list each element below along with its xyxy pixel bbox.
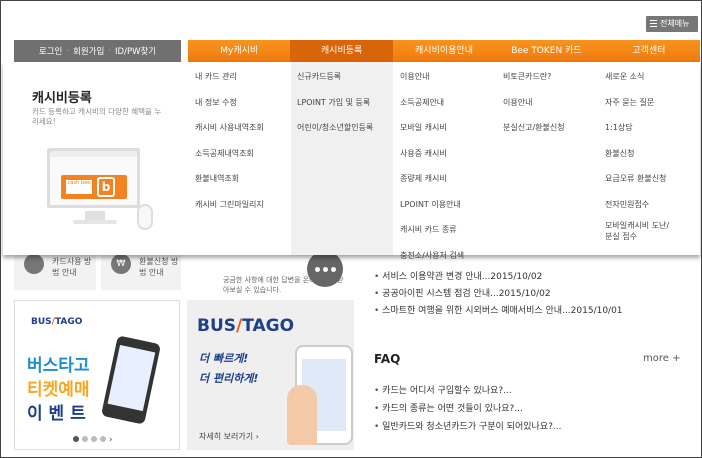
faq-item[interactable]: 일반카드와 청소년카드가 구분이 되어있나요?... <box>374 418 694 436</box>
cashbee-card-illustration: cash bee b <box>61 175 127 199</box>
logo-bus: BUS <box>31 317 52 327</box>
tab-cashbee-register[interactable]: 캐시비등록 <box>290 40 393 62</box>
menu-item[interactable]: 내 카드 관리 <box>195 64 291 90</box>
menu-col-my-cashbee: 내 카드 관리 내 정보 수정 캐시비 사용내역조회 소득공제내역조회 환불내역… <box>195 62 291 255</box>
chat-bubble-icon <box>307 251 343 287</box>
menu-item[interactable]: 분실신고/환불신청 <box>503 115 603 141</box>
bustago-event-banner[interactable]: BUS/TAGO 버스타고 티켓예매 이 벤 트 › <box>14 300 180 450</box>
bustago-logo: BUS/TAGO <box>197 316 294 336</box>
menu-col-cashbee-register: 신규카드등록 LPOINT 가입 및 등록 어린이/청소년할인등록 <box>291 62 393 255</box>
menu-item[interactable]: 캐시비 그린마일리지 <box>195 192 291 218</box>
smartphone-image <box>100 335 162 425</box>
hand-image <box>287 385 317 445</box>
notice-item[interactable]: 스마트한 여행을 위한 시외버스 예매서비스 안내...2015/10/01 <box>374 303 694 320</box>
notice-item[interactable]: 공공아이핀 시스템 점검 안내...2015/10/02 <box>374 286 694 303</box>
menu-item[interactable]: 새로운 소식 <box>605 64 697 90</box>
bustago-app-banner[interactable]: BUS/TAGO 더 빠르게! 더 편리하게! 자세히 보러가기 › <box>187 300 354 450</box>
document-icon <box>24 254 44 274</box>
logo-tago: TAGO <box>54 317 83 327</box>
menu-item[interactable]: 환불내역조회 <box>195 166 291 192</box>
card-label: cash bee <box>66 180 92 194</box>
menu-item[interactable]: 요금오류 환불신청 <box>605 166 697 192</box>
menu-item[interactable]: 종량제 캐시비 <box>400 166 500 192</box>
faq-item[interactable]: 카드의 종류는 어떤 것들이 있나요?... <box>374 400 694 418</box>
menu-item[interactable]: 캐시비 사용내역조회 <box>195 115 291 141</box>
menu-item[interactable]: 자주 묻는 질문 <box>605 90 697 116</box>
mouse-icon <box>137 204 153 230</box>
all-menu-label: 전체메뉴 <box>660 19 690 28</box>
menu-item[interactable]: 전자민원접수 <box>605 192 697 218</box>
menu-item[interactable]: 내 정보 수정 <box>195 90 291 116</box>
menu-item[interactable]: 어린이/청소년할인등록 <box>297 115 393 141</box>
all-menu-button[interactable]: 전체메뉴 <box>646 16 698 32</box>
banner2-more-link[interactable]: 자세히 보러가기 › <box>199 431 259 442</box>
menu-item[interactable]: 이용안내 <box>503 90 603 116</box>
hamburger-icon <box>650 20 657 28</box>
menu-col-customer-center: 새로운 소식 자주 묻는 질문 1:1상담 환불신청 요금오류 환불신청 전자민… <box>605 62 697 255</box>
menu-item[interactable]: 캐시비 카드 종류 <box>400 217 500 243</box>
find-id-pw-link[interactable]: ID/PW찾기 <box>115 45 156 57</box>
faq-more-link[interactable]: more + <box>643 353 680 364</box>
tab-customer-center[interactable]: 고객센터 <box>598 40 700 62</box>
notice-list: 서비스 이용약관 변경 안내...2015/10/02 공공아이핀 시스템 점검… <box>374 269 694 320</box>
separator: · <box>108 46 112 56</box>
separator: · <box>66 46 70 56</box>
bustago-logo: BUS/TAGO <box>31 317 82 327</box>
menu-item[interactable]: 모바일 캐시비 <box>400 115 500 141</box>
menu-item[interactable]: 1:1상담 <box>605 115 697 141</box>
won-icon: ₩ <box>111 254 131 274</box>
menu-item[interactable]: 이용안내 <box>400 64 500 90</box>
banner2-slogan-2: 더 편리하게! <box>199 372 259 385</box>
menu-item[interactable]: 소득공제안내 <box>400 90 500 116</box>
menu-item[interactable]: 비토큰카드란? <box>503 64 603 90</box>
menu-col-bee-token: 비토큰카드란? 이용안내 분실신고/환불신청 <box>503 62 603 255</box>
menu-item[interactable]: 사용증 캐시비 <box>400 141 500 167</box>
quick-refund-label: 환불신청 방법 안내 <box>139 257 179 277</box>
menu-item[interactable]: LPOINT 이용안내 <box>400 192 500 218</box>
tab-bee-token-card[interactable]: Bee TOKEN 카드 <box>495 40 597 62</box>
faq-title: FAQ <box>374 352 401 366</box>
quick-card-usage-label: 카드사용 방법 안내 <box>52 257 92 277</box>
carousel-next-icon[interactable]: › <box>109 435 113 445</box>
menu-item[interactable]: 환불신청 <box>605 141 697 167</box>
faq-item[interactable]: 카드는 어디서 구입할수 있나요?... <box>374 382 694 400</box>
menu-item[interactable]: LPOINT 가입 및 등록 <box>297 90 393 116</box>
main-nav: My캐시비 캐시비등록 캐시비이용안내 Bee TOKEN 카드 고객센터 <box>188 40 700 62</box>
menu-col-cashbee-guide: 이용안내 소득공제안내 모바일 캐시비 사용증 캐시비 종량제 캐시비 LPOI… <box>400 62 500 260</box>
banner1-line-1: 버스타고 <box>27 356 90 376</box>
monitor-base <box>73 220 117 224</box>
menu-item[interactable]: 모바일캐시비 도난/분실 접수 <box>605 217 675 243</box>
logo-bus: BUS <box>197 316 237 336</box>
cashbee-logo-icon: b <box>97 177 115 197</box>
mega-menu-dropdown: 캐시비등록 카드 등록하고 캐시비의 다양한 혜택을 누리세요! cash be… <box>3 62 700 260</box>
menu-item[interactable]: 신규카드등록 <box>297 64 393 90</box>
banner1-line-2: 티켓예매 <box>27 380 90 400</box>
carousel-dots[interactable]: › <box>73 435 113 445</box>
promo-title: 캐시비등록 <box>32 91 92 106</box>
tab-cashbee-guide[interactable]: 캐시비이용안내 <box>393 40 495 62</box>
tab-my-cashbee[interactable]: My캐시비 <box>188 40 290 62</box>
account-links: 로그인 · 회원가입 · ID/PW찾기 <box>14 40 181 62</box>
signup-link[interactable]: 회원가입 <box>73 45 104 57</box>
notice-item[interactable]: 서비스 이용약관 변경 안내...2015/10/02 <box>374 269 694 286</box>
menu-item[interactable]: 소득공제내역조회 <box>195 141 291 167</box>
login-link[interactable]: 로그인 <box>39 45 62 57</box>
banner1-line-3: 이 벤 트 <box>27 404 86 424</box>
faq-list: 카드는 어디서 구입할수 있나요?... 카드의 종류는 어떤 것들이 있나요?… <box>374 382 694 436</box>
menu-item[interactable]: 충전소/사용처 검색 <box>400 243 500 269</box>
logo-tago: TAGO <box>242 316 295 336</box>
promo-description: 카드 등록하고 캐시비의 다양한 혜택을 누리세요! <box>32 107 162 126</box>
banner2-slogan-1: 더 빠르게! <box>199 352 249 365</box>
